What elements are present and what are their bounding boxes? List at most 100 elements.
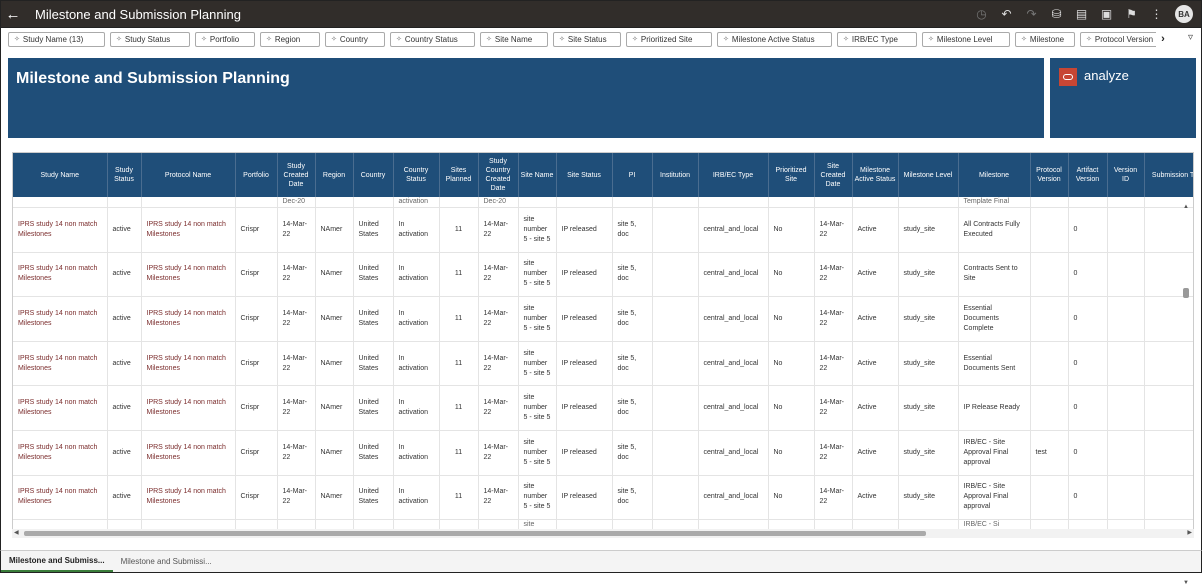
table-cell: IPRS study 14 non match Milestones bbox=[141, 430, 236, 476]
comment-icon[interactable]: ▤ bbox=[1069, 0, 1094, 28]
table-cell: 14-Mar-22 bbox=[478, 252, 519, 298]
table-cell: 14-Mar-22 bbox=[814, 252, 853, 298]
table-cell: activation bbox=[393, 197, 440, 208]
avatar[interactable]: BA bbox=[1175, 5, 1193, 23]
table-row[interactable]: IPRS study 14 non match Milestones active… bbox=[13, 341, 1193, 387]
filter-chip[interactable]: ✧ Site Name bbox=[480, 31, 548, 47]
table-cell bbox=[1030, 296, 1069, 342]
filter-chip[interactable]: ✧ Milestone Level bbox=[922, 31, 1010, 47]
column-header[interactable]: Institution bbox=[652, 153, 699, 197]
scroll-left-icon[interactable]: ◀ bbox=[14, 529, 19, 536]
column-header[interactable]: Portfolio bbox=[235, 153, 278, 197]
table-cell: IPRS study 14 non match Milestones bbox=[13, 430, 108, 476]
filter-chip[interactable]: ✧ Country Status bbox=[390, 31, 475, 47]
table-cell: Active bbox=[852, 296, 899, 342]
table-cell: IP released bbox=[556, 296, 613, 342]
history-icon[interactable]: ◷ bbox=[969, 0, 994, 28]
tab-milestone-2[interactable]: Milestone and Submissi... bbox=[113, 551, 220, 572]
column-header[interactable]: IRB/EC Type bbox=[698, 153, 769, 197]
filter-chip[interactable]: ✧ Study Status bbox=[110, 31, 190, 47]
table-cell: Contracts Sent to Site bbox=[958, 252, 1031, 298]
scroll-down-icon[interactable]: ▼ bbox=[1183, 580, 1189, 586]
table-cell: NAmer bbox=[315, 385, 354, 431]
chevron-right-icon[interactable]: › bbox=[1156, 33, 1170, 45]
table-cell: United States bbox=[353, 385, 394, 431]
table-row[interactable]: IPRS study 14 non match Milestones active… bbox=[13, 430, 1193, 476]
table-row[interactable]: IPRS study 14 non match Milestones active… bbox=[13, 385, 1193, 431]
filter-chip[interactable]: ✧ Protocol Version bbox=[1080, 31, 1156, 47]
bookmark-icon[interactable]: ⚑ bbox=[1119, 0, 1144, 28]
vertical-scroll-thumb[interactable] bbox=[1183, 288, 1189, 298]
pin-icon: ✧ bbox=[928, 36, 934, 43]
table-cell: IPRS study 14 non match Milestones bbox=[141, 341, 236, 387]
back-arrow-icon[interactable]: ← bbox=[1, 0, 25, 28]
column-header[interactable]: Sites Planned bbox=[439, 153, 479, 197]
filter-chip[interactable]: ✧ Site Status bbox=[553, 31, 621, 47]
filter-chip[interactable]: ✧ IRB/EC Type bbox=[837, 31, 917, 47]
column-header[interactable]: Protocol Version bbox=[1030, 153, 1069, 197]
column-header[interactable]: Prioritized Site bbox=[768, 153, 815, 197]
column-header[interactable]: Protocol Name bbox=[141, 153, 236, 197]
column-header[interactable]: Site Name bbox=[518, 153, 557, 197]
column-header[interactable]: Version ID bbox=[1107, 153, 1145, 197]
table-cell bbox=[652, 475, 699, 521]
table-row-partial[interactable]: Dec-20 activation Dec-20 Template Final bbox=[13, 197, 1193, 208]
table-cell: IPRS study 14 non match Milestones bbox=[13, 252, 108, 298]
column-header[interactable]: Study Created Date bbox=[277, 153, 316, 197]
table-cell: central_and_local bbox=[698, 385, 769, 431]
table-cell bbox=[852, 197, 899, 208]
scroll-up-icon[interactable]: ▲ bbox=[1183, 204, 1189, 210]
table-cell: IP released bbox=[556, 430, 613, 476]
table-cell: site number 5 - site 5 bbox=[518, 207, 557, 253]
column-header[interactable]: Study Name bbox=[13, 153, 108, 197]
table-cell bbox=[652, 341, 699, 387]
table-row[interactable]: IPRS study 14 non match Milestones active… bbox=[13, 207, 1193, 253]
horizontal-scrollbar[interactable]: ◀ ▶ bbox=[12, 529, 1194, 538]
table-cell: site 5, doc bbox=[612, 430, 653, 476]
table-row[interactable]: IPRS study 14 non match Milestones active… bbox=[13, 296, 1193, 342]
data-icon[interactable]: ⛁ bbox=[1044, 0, 1069, 28]
table-body: Dec-20 activation Dec-20 Template Final IPRS… bbox=[13, 197, 1193, 532]
filter-chip[interactable]: ✧ Portfolio bbox=[195, 31, 255, 47]
horizontal-scroll-thumb[interactable] bbox=[24, 531, 926, 536]
column-header[interactable]: PI bbox=[612, 153, 653, 197]
more-icon[interactable]: ⋮ bbox=[1144, 0, 1169, 28]
app-header: ← Milestone and Submission Planning ◷ ↶ … bbox=[0, 0, 1202, 28]
tab-milestone-1[interactable]: Milestone and Submiss... bbox=[1, 551, 113, 572]
column-header[interactable]: Site Created Date bbox=[814, 153, 853, 197]
filter-chip[interactable]: ✧ Milestone bbox=[1015, 31, 1075, 47]
column-header[interactable]: Study Status bbox=[107, 153, 142, 197]
table-cell: test bbox=[1030, 430, 1069, 476]
undo-icon[interactable]: ↶ bbox=[994, 0, 1019, 28]
present-icon[interactable]: ▣ bbox=[1094, 0, 1119, 28]
table-cell: NAmer bbox=[315, 207, 354, 253]
column-header[interactable]: Artifact Version bbox=[1068, 153, 1108, 197]
title-banner: Milestone and Submission Planning bbox=[8, 58, 1044, 138]
filter-chip[interactable]: ✧ Region bbox=[260, 31, 320, 47]
filter-chip[interactable]: ✧ Country bbox=[325, 31, 385, 47]
table-cell: 14-Mar-22 bbox=[277, 341, 316, 387]
filter-icon[interactable]: ▿ bbox=[1188, 32, 1193, 43]
column-header[interactable]: Study Country Created Date bbox=[478, 153, 519, 197]
column-header[interactable]: Country bbox=[353, 153, 394, 197]
filter-chip[interactable]: ✧ Study Name (13) bbox=[8, 31, 105, 47]
table-cell bbox=[1030, 207, 1069, 253]
table-cell: 11 bbox=[439, 252, 479, 298]
column-header[interactable]: Milestone Active Status bbox=[852, 153, 899, 197]
column-header[interactable]: Submission Type bbox=[1144, 153, 1193, 197]
table-row[interactable]: IPRS study 14 non match Milestones active… bbox=[13, 252, 1193, 298]
column-header[interactable]: Country Status bbox=[393, 153, 440, 197]
table-cell: central_and_local bbox=[698, 252, 769, 298]
filter-chip[interactable]: ✧ Milestone Active Status bbox=[717, 31, 832, 47]
filter-chip-label: Region bbox=[274, 34, 301, 44]
column-header[interactable]: Milestone bbox=[958, 153, 1031, 197]
table-cell: Dec-20 bbox=[277, 197, 316, 208]
column-header[interactable]: Milestone Level bbox=[898, 153, 959, 197]
table-row[interactable]: IPRS study 14 non match Milestones active… bbox=[13, 475, 1193, 521]
scroll-right-icon[interactable]: ▶ bbox=[1187, 529, 1192, 536]
redo-icon[interactable]: ↷ bbox=[1019, 0, 1044, 28]
column-header[interactable]: Site Status bbox=[556, 153, 613, 197]
filter-chip[interactable]: ✧ Prioritized Site bbox=[626, 31, 712, 47]
column-header[interactable]: Region bbox=[315, 153, 354, 197]
table-cell: All Contracts Fully Executed bbox=[958, 207, 1031, 253]
